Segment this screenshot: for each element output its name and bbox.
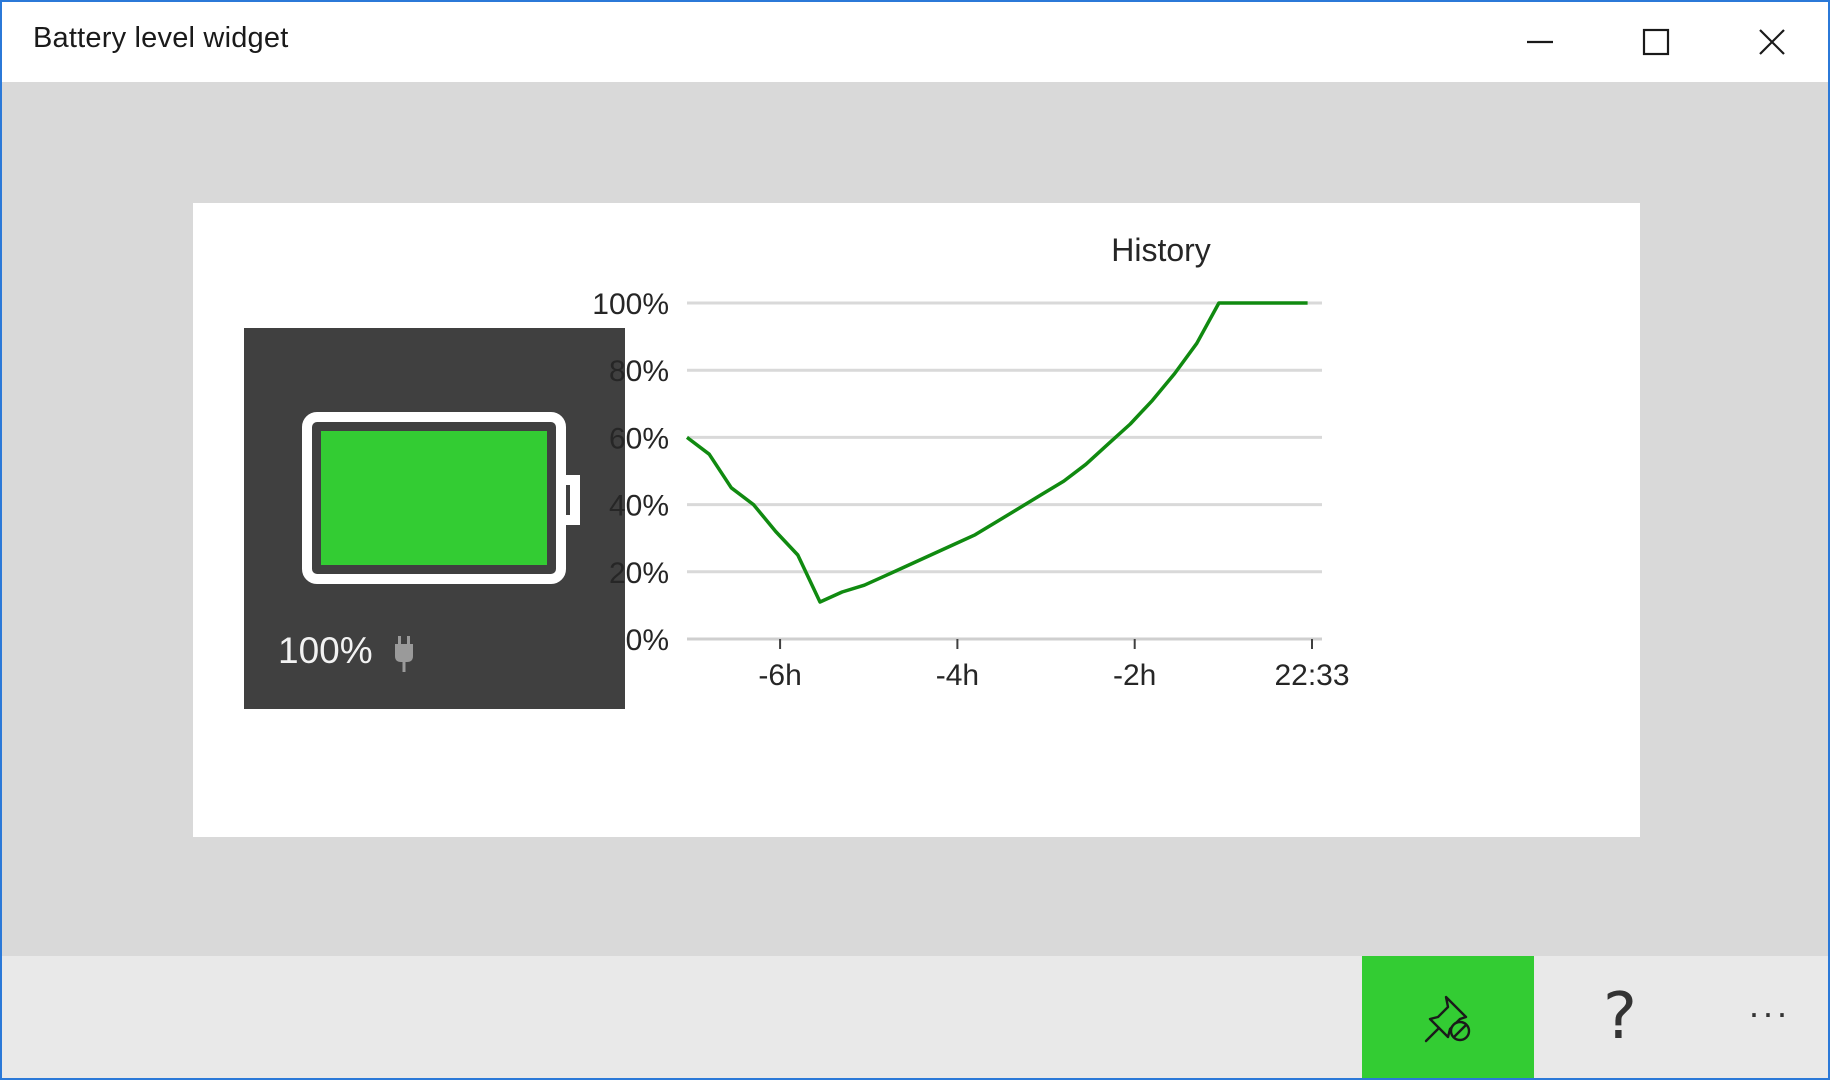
- battery-history-line: [685, 301, 1308, 604]
- x-tick-label: -6h: [758, 659, 801, 692]
- y-tick-label: 100%: [592, 288, 669, 321]
- x-tick-label: 22:33: [1274, 659, 1349, 692]
- x-tick-label: -2h: [1113, 659, 1156, 692]
- close-icon: [1759, 29, 1785, 55]
- window-title: Battery level widget: [33, 22, 289, 54]
- x-tick-label: -4h: [936, 659, 979, 692]
- y-tick-label: 0%: [626, 624, 669, 657]
- y-tick-label: 80%: [609, 355, 669, 388]
- chart-title: History: [1111, 232, 1211, 268]
- app-bar: ? ···: [2, 956, 1828, 1078]
- widget-card: 100% History 0% 20% 40% 60% 80% 100% -6h -4h -2h…: [193, 203, 1640, 837]
- close-button[interactable]: [1714, 2, 1830, 82]
- title-bar[interactable]: Battery level widget: [2, 2, 1828, 82]
- app-window: Battery level widget 100% History 0% 20%…: [0, 0, 1830, 1080]
- unpin-button[interactable]: [1362, 956, 1534, 1078]
- minimize-icon: [1527, 40, 1553, 44]
- history-chart: History 0% 20% 40% 60% 80% 100% -6h -4h -2h 22:33: [592, 232, 1349, 692]
- y-tick-label: 60%: [609, 422, 669, 455]
- more-button[interactable]: ···: [1696, 956, 1830, 1078]
- y-tick-label: 20%: [609, 557, 669, 590]
- maximize-icon: [1642, 28, 1670, 56]
- help-button[interactable]: ?: [1547, 956, 1693, 1078]
- y-tick-label: 40%: [609, 490, 669, 523]
- maximize-button[interactable]: [1598, 2, 1714, 82]
- help-label: ?: [1603, 980, 1637, 1054]
- minimize-button[interactable]: [1482, 2, 1598, 82]
- more-label: ···: [1748, 992, 1790, 1033]
- unpin-icon: [1424, 995, 1471, 1043]
- content-area: 100% History 0% 20% 40% 60% 80% 100% -6h -4h -2h…: [2, 82, 1828, 958]
